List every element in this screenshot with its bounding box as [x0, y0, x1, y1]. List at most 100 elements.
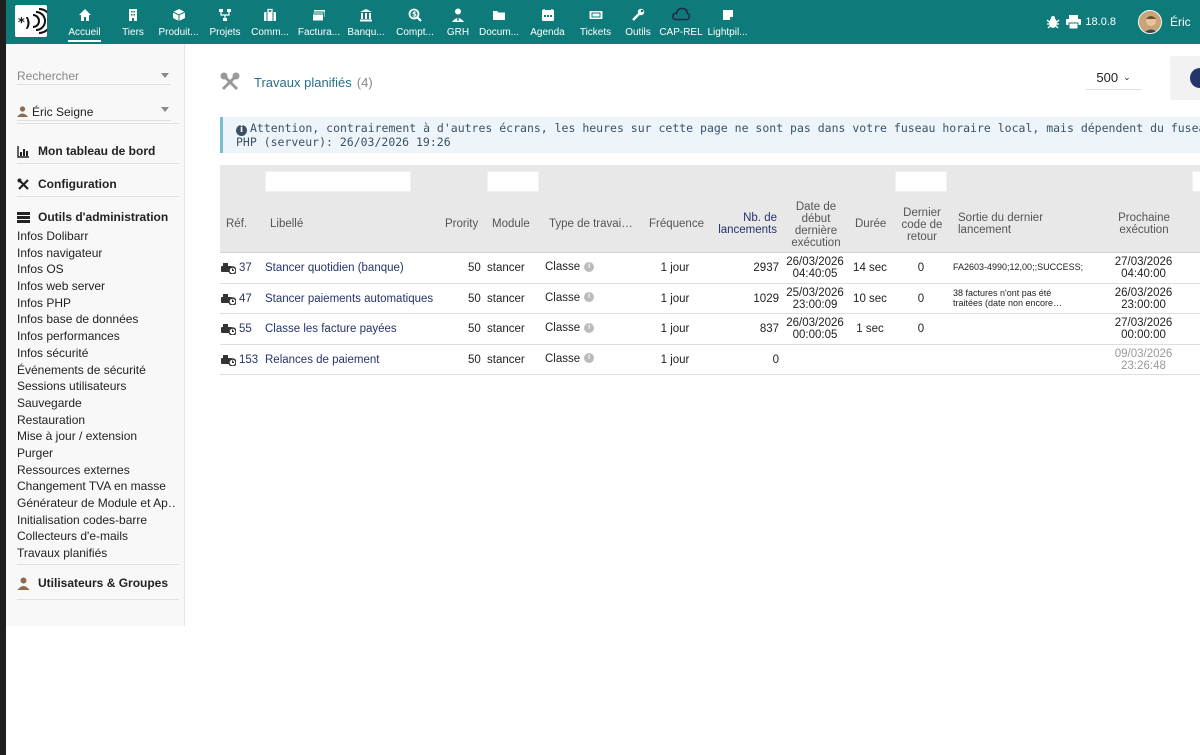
chevron-down-icon: ⌄: [1123, 72, 1131, 82]
sidebar-link[interactable]: Sauvegarde: [17, 395, 177, 412]
job-label-link[interactable]: Relances de paiement: [265, 354, 379, 366]
job-last-start: [780, 348, 850, 360]
col-ref[interactable]: Réf.: [226, 218, 247, 230]
info-icon[interactable]: i: [584, 261, 595, 272]
filter-module-input[interactable]: [487, 171, 539, 192]
job-output-l1: 38 factures n'ont pas été: [953, 287, 1052, 298]
sidebar-item-dashboard[interactable]: Mon tableau de bord: [17, 144, 155, 158]
job-next-run-time: 23:00:00: [1121, 298, 1166, 311]
menu-item-caprel[interactable]: CAP-REL: [657, 0, 705, 44]
sidebar-link[interactable]: Sessions utilisateurs: [17, 378, 177, 395]
col-frequency[interactable]: Fréquence: [649, 218, 704, 230]
sidebar-link[interactable]: Purger: [17, 445, 177, 462]
sidebar-link[interactable]: Mise à jour / extension: [17, 428, 177, 445]
col-last-start[interactable]: Date de début dernière exécution: [786, 201, 846, 249]
user-name[interactable]: Éric: [1170, 15, 1200, 29]
user-filter-select[interactable]: Éric Seigne: [17, 103, 171, 121]
info-icon[interactable]: i: [584, 292, 595, 303]
wrench-icon: [632, 8, 645, 21]
sidebar-link[interactable]: Infos performances: [17, 328, 177, 345]
col-label[interactable]: Libellé: [270, 218, 303, 230]
menu-item-banqu[interactable]: Banqu...: [343, 0, 389, 44]
sidebar-link[interactable]: Infos base de données: [17, 311, 177, 328]
menu-item-tickets[interactable]: Tickets: [572, 0, 619, 44]
user-avatar[interactable]: [1138, 10, 1162, 34]
menu-item-produit[interactable]: Produit...: [152, 0, 205, 44]
info-icon[interactable]: i: [584, 322, 595, 333]
sidebar-label-dashboard: Mon tableau de bord: [38, 144, 156, 158]
printer-icon[interactable]: [1066, 15, 1082, 29]
col-priority[interactable]: Prority: [445, 218, 478, 230]
warning-text-line2: PHP (serveur): 26/03/2026 19:26: [236, 135, 451, 149]
job-ref-link[interactable]: 55: [239, 323, 252, 335]
info-icon[interactable]: i: [584, 353, 595, 364]
menu-item-tiers[interactable]: Tiers: [114, 0, 152, 44]
menu-item-grh[interactable]: GRH: [441, 0, 475, 44]
sidebar-item-admin-tools[interactable]: Outils d'administration: [17, 210, 168, 224]
menu-label: Tickets: [579, 27, 612, 38]
new-job-button[interactable]: [1170, 56, 1200, 100]
sidebar-link[interactable]: Générateur de Module et Ap…: [17, 495, 177, 512]
menu-item-docum[interactable]: Docum...: [475, 0, 523, 44]
filter-next-input[interactable]: [1192, 171, 1200, 192]
sidebar-link[interactable]: Événements de sécurité: [17, 362, 177, 379]
job-label-link[interactable]: Classe les facture payées: [265, 323, 397, 335]
sidebar-link[interactable]: Infos Dolibarr: [17, 228, 177, 245]
filter-label-input[interactable]: [265, 171, 411, 192]
user-icon: [17, 577, 30, 590]
col-output[interactable]: Sortie du dernier lancement: [958, 212, 1043, 236]
sidebar-link[interactable]: Infos web server: [17, 278, 177, 295]
sidebar-link[interactable]: Initialisation codes-barre: [17, 512, 177, 529]
job-next-run-time: 04:40:00: [1121, 268, 1166, 280]
menu-item-compt[interactable]: $ Compt...: [389, 0, 441, 44]
menu-item-comm[interactable]: Comm...: [245, 0, 295, 44]
col-nb-launches-l2: lancements: [718, 224, 777, 236]
sidebar-link[interactable]: Ressources externes: [17, 462, 177, 479]
col-next-run-l2: exécution: [1119, 224, 1169, 236]
job-output[interactable]: FA2603-4990;12,00;;SUCCESS;: [953, 262, 1083, 272]
col-type[interactable]: Type de travai…: [549, 218, 633, 230]
search-select[interactable]: Rechercher: [17, 69, 171, 85]
table-row: 153 Relances de paiement 50 stancer Classe i 1…: [220, 344, 1200, 375]
menu-item-lightpil[interactable]: Lightpil...: [705, 0, 750, 44]
main-menu: Accueil Tiers Produit... Projets Comm... Fact…: [55, 0, 750, 44]
col-retcode-l2: code de: [901, 219, 943, 231]
job-ref-link[interactable]: 153: [239, 354, 258, 366]
sidebar-link[interactable]: Changement TVA en masse: [17, 478, 177, 495]
col-next-run[interactable]: Prochaine exécution: [1114, 212, 1174, 236]
menu-item-agenda[interactable]: Agenda: [523, 0, 572, 44]
sidebar-link[interactable]: Collecteurs d'e-mails: [17, 528, 177, 545]
search-placeholder: Rechercher: [17, 69, 80, 83]
sidebar-item-configuration[interactable]: Configuration: [17, 177, 117, 191]
col-duration[interactable]: Durée: [855, 218, 886, 230]
job-ref-link[interactable]: 37: [239, 262, 252, 274]
sidebar-link[interactable]: Infos navigateur: [17, 245, 177, 262]
job-label-link[interactable]: Stancer paiements automatiques: [265, 293, 433, 305]
col-retcode-l1: Dernier: [903, 207, 941, 219]
menu-item-factura[interactable]: Factura...: [295, 0, 343, 44]
job-last-start-date: 25/03/2026: [786, 286, 844, 299]
menu-item-accueil[interactable]: Accueil: [55, 0, 114, 44]
sidebar-item-users-groups[interactable]: Utilisateurs & Groupes: [17, 576, 168, 590]
job-module: stancer: [487, 323, 525, 335]
dolibarr-logo[interactable]: *): [15, 5, 52, 37]
sidebar-link[interactable]: Infos PHP: [17, 295, 177, 312]
note-icon: [722, 10, 733, 20]
page-size-select[interactable]: 500 ⌄: [1086, 66, 1141, 90]
sidebar-link[interactable]: Infos sécurité: [17, 345, 177, 362]
sidebar-link[interactable]: Travaux planifiés: [17, 545, 177, 562]
job-ref-link[interactable]: 47: [239, 293, 252, 305]
filter-retcode-input[interactable]: [895, 171, 947, 192]
sidebar-link[interactable]: Infos OS: [17, 261, 177, 278]
bug-icon[interactable]: [1046, 15, 1060, 29]
col-retcode[interactable]: Dernier code de retour: [897, 207, 947, 243]
col-nb-launches[interactable]: Nb. de lancements: [717, 212, 777, 236]
page-title: Travaux planifiés (4): [220, 72, 373, 92]
sidebar-link[interactable]: Restauration: [17, 412, 177, 429]
col-module[interactable]: Module: [492, 218, 530, 230]
menu-item-outils[interactable]: Outils: [619, 0, 657, 44]
menu-item-projets[interactable]: Projets: [205, 0, 245, 44]
job-label-link[interactable]: Stancer quotidien (banque): [265, 262, 404, 274]
job-output[interactable]: 38 factures n'ont pas été traitées (date …: [953, 288, 1062, 308]
chevron-down-icon: [161, 73, 169, 78]
